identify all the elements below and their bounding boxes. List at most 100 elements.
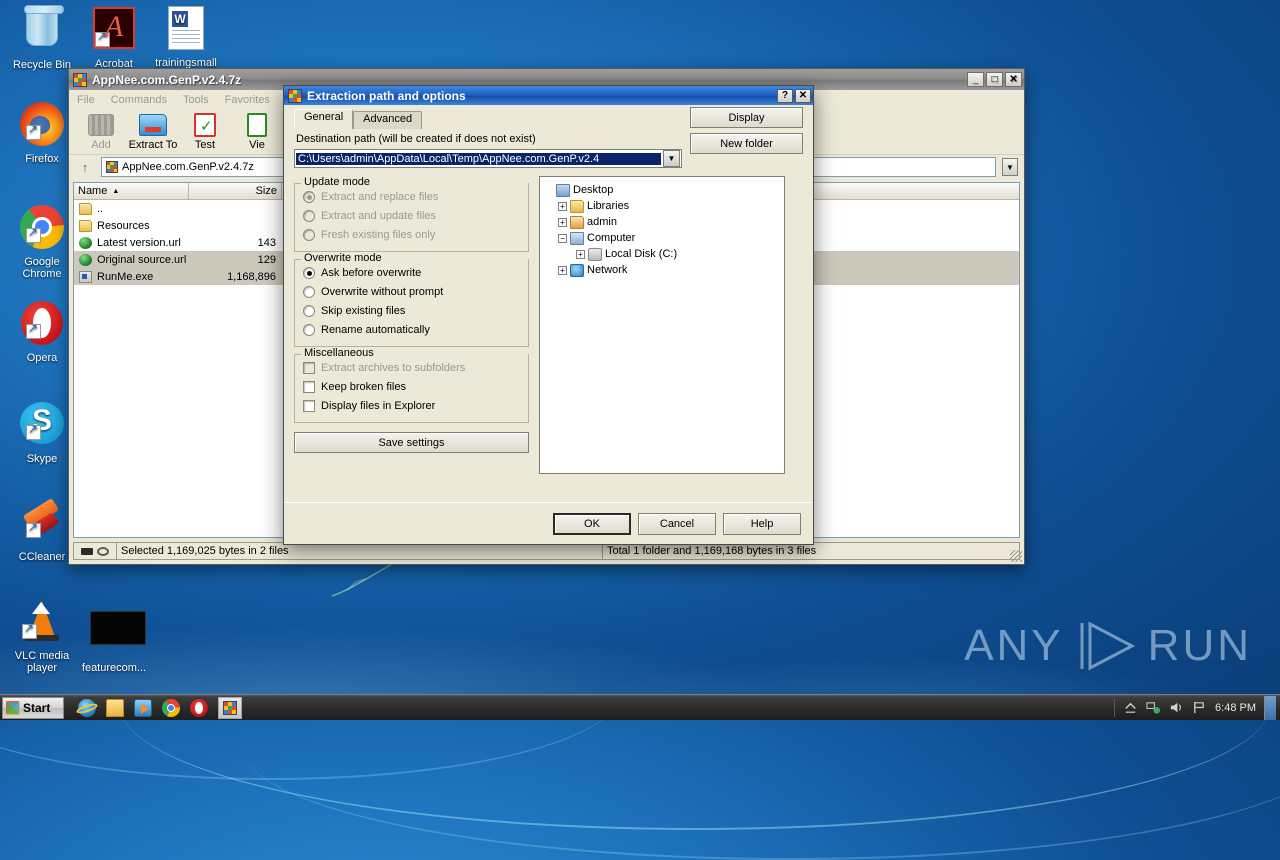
menu-item-tools[interactable]: Tools [183,94,209,106]
radio-rename-automatically[interactable]: Rename automatically [303,320,520,339]
extract-to-icon [127,112,179,138]
tree-node-computer[interactable]: − Computer [544,230,780,246]
cancel-button[interactable]: Cancel [638,512,716,535]
desktop-icon-recycle-bin[interactable]: Recycle Bin [6,4,78,71]
toolbar-button-add[interactable]: Add [75,112,127,151]
dialog-title-bar[interactable]: Extraction path and options ? ✕ [284,86,813,105]
close-button[interactable]: ✕ [1005,72,1022,87]
internet-explorer-icon[interactable] [78,698,96,717]
explorer-icon[interactable] [106,698,124,717]
opera-icon [18,301,66,349]
radio-icon [303,209,315,222]
checkbox-keep-broken-files[interactable]: Keep broken files [303,377,520,396]
show-desktop-button[interactable] [1264,695,1276,720]
clock[interactable]: 6:48 PM [1215,702,1256,714]
toolbar-button-test[interactable]: Test [179,112,231,151]
file-size: 129 [257,253,276,266]
toolbar-button-extract-to[interactable]: Extract To [127,112,179,151]
start-button[interactable]: Start [2,696,64,719]
skype-icon [18,402,66,450]
resize-grip[interactable] [1010,550,1022,562]
destination-path-input[interactable]: C:\Users\admin\AppData\Local\Temp\AppNee… [294,149,682,168]
tree-node-network[interactable]: + Network [544,262,780,278]
winrar-icon [288,88,302,103]
desktop-icon-trainingsmall[interactable]: W trainingsmall [150,4,222,69]
collapse-icon[interactable]: − [558,233,567,243]
volume-icon[interactable] [1169,700,1184,715]
help-titlebar-button[interactable]: ? [777,88,793,103]
tree-node-label: admin [587,216,617,228]
expand-icon[interactable]: + [576,249,585,259]
url-icon [79,236,92,249]
radio-extract-and-replace[interactable]: Extract and replace files [303,187,520,206]
column-header-name[interactable]: Name ▲ [74,183,189,199]
tree-node-desktop[interactable]: Desktop [544,182,780,198]
taskbar: Start 6:48 PM [0,694,1280,720]
file-name: RunMe.exe [97,270,154,283]
desktop-icon-vlc[interactable]: VLC media player [6,596,78,674]
show-hidden-icons[interactable] [1123,700,1138,715]
tree-node-label: Network [587,264,628,276]
ok-button[interactable]: OK [553,512,631,535]
miscellaneous-group: Miscellaneous Extract archives to subfol… [294,347,529,423]
folder-tree[interactable]: Desktop + Libraries + admin − Computer +… [539,176,785,474]
opera-icon[interactable] [190,698,208,717]
folder-up-icon [79,202,92,215]
maximize-button[interactable]: □ [986,72,1003,87]
address-dropdown-icon[interactable]: ▼ [1002,158,1018,176]
action-center-icon[interactable] [1192,700,1207,715]
menu-item-favorites[interactable]: Favorites [225,94,270,106]
option-label: Display files in Explorer [321,399,436,412]
close-dialog-button[interactable]: ✕ [795,88,811,103]
system-tray: 6:48 PM [1114,695,1280,720]
winrar-icon [223,700,237,715]
libraries-icon [570,199,584,213]
checkbox-extract-archives-to-subfolders[interactable]: Extract archives to subfolders [303,358,520,377]
media-player-icon[interactable] [134,698,152,717]
checkbox-display-files-in-explorer[interactable]: Display files in Explorer [303,396,520,415]
desktop-icon-acrobat[interactable]: Acrobat [78,4,150,70]
column-label: Size [255,185,277,197]
dialog-title-text: Extraction path and options [307,88,466,103]
checkbox-icon [303,380,315,393]
radio-extract-and-update[interactable]: Extract and update files [303,206,520,225]
display-button[interactable]: Display [690,107,803,128]
toolbar-label: Extract To [128,139,178,151]
tree-node-local-disk[interactable]: + Local Disk (C:) [544,246,780,262]
up-arrow-icon[interactable]: ↑ [75,157,95,177]
network-icon [570,263,584,277]
toolbar-button-view[interactable]: Vie [231,112,283,151]
menu-item-commands[interactable]: Commands [111,94,167,106]
option-label: Fresh existing files only [321,228,436,241]
desktop-icon-label: VLC media player [14,650,70,674]
tree-node-admin[interactable]: + admin [544,214,780,230]
taskbar-task-winrar[interactable] [218,696,242,719]
column-header-size[interactable]: Size [189,183,282,199]
expand-icon[interactable]: + [558,217,567,227]
expand-icon[interactable]: + [558,201,567,211]
desktop-icon-featurecom[interactable]: featurecom... [78,604,150,674]
menu-item-file[interactable]: File [77,94,95,106]
radio-ask-before-overwrite[interactable]: Ask before overwrite [303,263,520,282]
file-name: .. [97,202,104,215]
column-label: Name [78,185,108,197]
chrome-icon[interactable] [162,698,180,717]
tab-advanced[interactable]: Advanced [353,111,423,129]
help-button[interactable]: Help [723,512,801,535]
exe-icon [79,270,92,283]
radio-fresh-existing-only[interactable]: Fresh existing files only [303,225,520,244]
ccleaner-icon [18,498,66,548]
tree-node-libraries[interactable]: + Libraries [544,198,780,214]
network-icon[interactable] [1146,700,1161,715]
status-icons [73,542,117,560]
radio-icon [303,190,315,203]
chevron-down-icon[interactable]: ▼ [663,150,680,167]
archive-icon [106,161,118,173]
radio-skip-existing-files[interactable]: Skip existing files [303,301,520,320]
minimize-button[interactable]: _ [967,72,984,87]
tab-general[interactable]: General [294,109,354,129]
expand-icon[interactable]: + [558,265,567,275]
save-settings-button[interactable]: Save settings [294,432,529,453]
radio-overwrite-without-prompt[interactable]: Overwrite without prompt [303,282,520,301]
new-folder-button[interactable]: New folder [690,133,803,154]
